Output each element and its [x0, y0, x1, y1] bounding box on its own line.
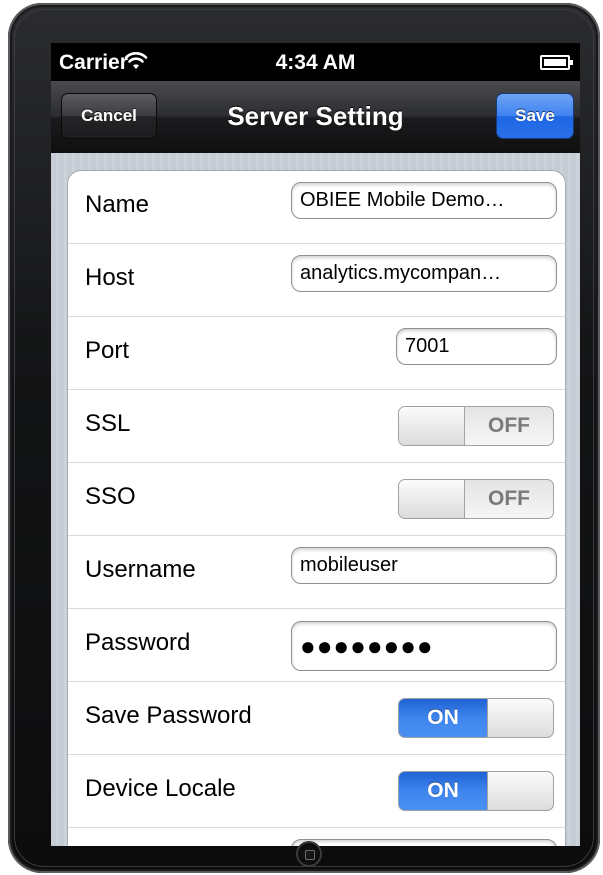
- save-password-label: Save Password: [85, 702, 252, 729]
- ssl-toggle-state: OFF: [488, 414, 530, 437]
- screen: Carrier 4:34 AM Cancel Server Setting Sa…: [51, 43, 580, 846]
- ipad-device-frame: Carrier 4:34 AM Cancel Server Setting Sa…: [8, 3, 600, 873]
- name-label: Name: [85, 191, 150, 218]
- device-locale-label: Device Locale: [85, 775, 236, 802]
- status-time: 4:34 AM: [275, 51, 356, 74]
- host-label: Host: [85, 264, 135, 291]
- toggle-knob: [487, 772, 553, 810]
- navigation-bar: Cancel Server Setting Save: [51, 81, 580, 154]
- username-field[interactable]: mobileuser: [291, 547, 557, 584]
- device-locale-row: Device Locale ON: [68, 755, 565, 828]
- username-row: Username mobileuser: [68, 536, 565, 609]
- name-field[interactable]: OBIEE Mobile Demo…: [291, 182, 557, 219]
- status-bar: Carrier 4:34 AM: [51, 43, 580, 81]
- table-background: Name OBIEE Mobile Demo… Host analytics.m…: [51, 153, 580, 846]
- password-label: Password: [85, 629, 191, 656]
- host-field[interactable]: analytics.mycompan…: [291, 255, 557, 292]
- sso-toggle-state: OFF: [488, 487, 530, 510]
- device-locale-toggle[interactable]: ON: [398, 771, 554, 811]
- ssl-label: SSL: [85, 410, 131, 437]
- sso-toggle[interactable]: OFF: [398, 479, 554, 519]
- toggle-knob: [487, 699, 553, 737]
- port-label: Port: [85, 337, 130, 364]
- port-field[interactable]: 7001: [396, 328, 557, 365]
- home-button[interactable]: [296, 841, 322, 867]
- toggle-knob: [399, 407, 465, 445]
- partial-field[interactable]: [291, 839, 557, 846]
- sso-label: SSO: [85, 483, 136, 510]
- battery-icon: [540, 55, 573, 70]
- password-row: Password ●●●●●●●●: [68, 609, 565, 682]
- settings-group: Name OBIEE Mobile Demo… Host analytics.m…: [67, 170, 566, 846]
- save-password-toggle-state: ON: [427, 706, 459, 729]
- port-row: Port 7001: [68, 317, 565, 390]
- name-row: Name OBIEE Mobile Demo…: [68, 171, 565, 244]
- password-field[interactable]: ●●●●●●●●: [291, 621, 557, 671]
- sso-row: SSO OFF: [68, 463, 565, 536]
- device-locale-toggle-state: ON: [427, 779, 459, 802]
- username-label: Username: [85, 556, 196, 583]
- ssl-row: SSL OFF: [68, 390, 565, 463]
- toggle-knob: [399, 480, 465, 518]
- save-button[interactable]: Save: [496, 93, 574, 139]
- ssl-toggle[interactable]: OFF: [398, 406, 554, 446]
- save-password-toggle[interactable]: ON: [398, 698, 554, 738]
- save-password-row: Save Password ON: [68, 682, 565, 755]
- host-row: Host analytics.mycompan…: [68, 244, 565, 317]
